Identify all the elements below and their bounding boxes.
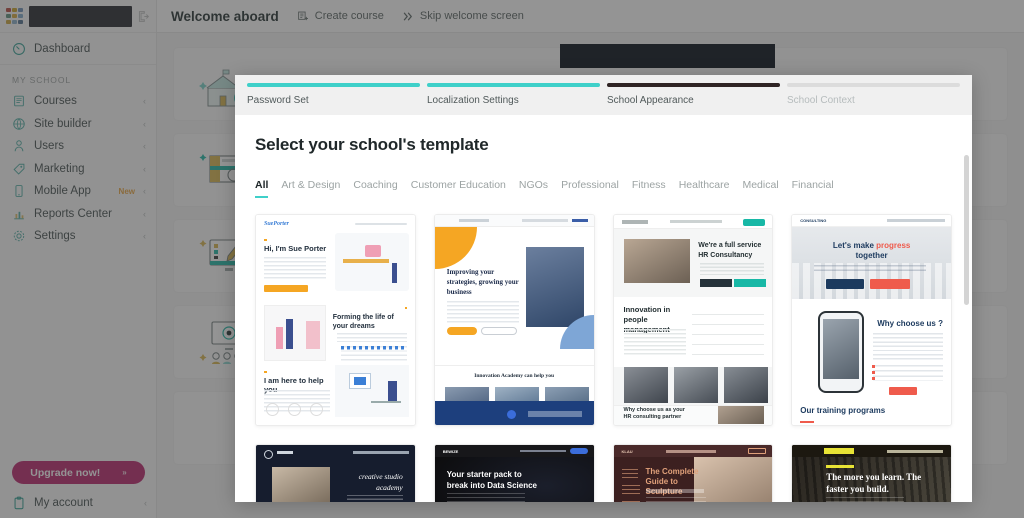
category-tab-professional[interactable]: Professional: [561, 179, 619, 198]
step-label: School Appearance: [607, 95, 694, 106]
modal-scrollbar-thumb[interactable]: [964, 155, 969, 305]
wizard-step-school-context[interactable]: School Context: [787, 83, 960, 106]
template-grid: SuePorter Hi, I'm Sue Porter Forming the…: [255, 214, 952, 502]
step-progress-bar: [607, 83, 780, 87]
step-label: Localization Settings: [427, 95, 519, 106]
wizard-step-localization-settings[interactable]: Localization Settings: [427, 83, 600, 106]
template-card-sculpture-guide[interactable]: KLAU The Complete Guide to Sculpture: [612, 444, 774, 502]
category-tab-financial[interactable]: Financial: [792, 179, 834, 198]
template-card-data-science[interactable]: BEWIZE Your starter pack to break into D…: [433, 444, 595, 502]
step-label: School Context: [787, 95, 855, 106]
modal-body: Select your school's template All Art & D…: [235, 115, 972, 502]
school-template-modal: Password Set Localization Settings School …: [235, 75, 972, 502]
template-card-learn-build[interactable]: The more you learn. The faster you build…: [791, 444, 952, 502]
wizard-step-school-appearance[interactable]: School Appearance: [607, 83, 780, 106]
step-progress-bar: [247, 83, 420, 87]
template-card-lets-make-progress[interactable]: CONSULTING Let's make progress together …: [791, 214, 952, 426]
template-card-innovation-academy[interactable]: Improving your strategies, growing your …: [433, 214, 595, 426]
category-tab-healthcare[interactable]: Healthcare: [679, 179, 730, 198]
category-tabs: All Art & Design Coaching Customer Educatio…: [255, 179, 952, 198]
wizard-steps: Password Set Localization Settings School …: [235, 75, 972, 115]
step-label: Password Set: [247, 95, 309, 106]
category-tab-all[interactable]: All: [255, 179, 269, 198]
app-root: Dashboard MY SCHOOL Courses‹Site builder…: [0, 0, 1024, 518]
category-tab-ngos[interactable]: NGOs: [519, 179, 548, 198]
step-progress-bar: [787, 83, 960, 87]
category-tab-fitness[interactable]: Fitness: [632, 179, 666, 198]
modal-title: Select your school's template: [255, 135, 489, 154]
template-card-hr-consultancy[interactable]: We're a full service HR Consultancy Inno…: [612, 214, 774, 426]
redacted-banner: [560, 44, 775, 68]
template-card-creative-studio[interactable]: creative studio academy: [255, 444, 416, 502]
category-tab-medical[interactable]: Medical: [742, 179, 778, 198]
template-card-sue-porter[interactable]: SuePorter Hi, I'm Sue Porter Forming the…: [255, 214, 416, 426]
category-tab-customer-education[interactable]: Customer Education: [411, 179, 506, 198]
step-progress-bar: [427, 83, 600, 87]
category-tab-art-design[interactable]: Art & Design: [281, 179, 340, 198]
category-tab-coaching[interactable]: Coaching: [353, 179, 397, 198]
wizard-step-password-set[interactable]: Password Set: [247, 83, 420, 106]
